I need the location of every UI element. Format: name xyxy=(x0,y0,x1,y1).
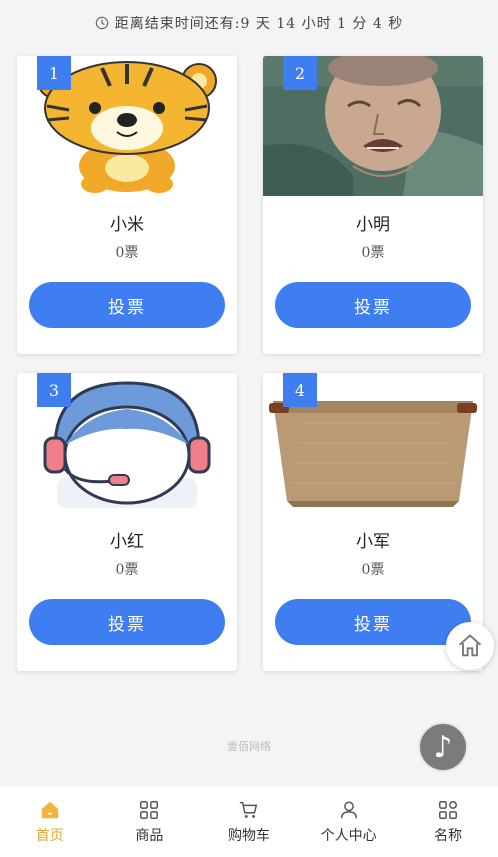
vote-button[interactable]: 投票 xyxy=(275,599,471,645)
floating-home-button[interactable] xyxy=(446,622,494,670)
tab-label: 商品 xyxy=(135,828,164,844)
candidate-card-1: 1 小米 0票 投票 xyxy=(17,56,237,354)
vote-count: 0票 xyxy=(361,562,385,578)
grid-icon xyxy=(140,801,159,819)
vote-button[interactable]: 投票 xyxy=(29,282,225,328)
candidate-name: 小红 xyxy=(110,532,144,552)
vote-button[interactable]: 投票 xyxy=(29,599,225,645)
tab-profile[interactable]: 个人中心 xyxy=(299,787,399,857)
apps-icon xyxy=(439,801,458,819)
tab-home[interactable]: 首页 xyxy=(0,787,100,857)
candidate-card-2: 2 小明 0票 投票 xyxy=(263,56,483,354)
tab-products[interactable]: 商品 xyxy=(100,787,200,857)
rank-badge: 2 xyxy=(283,56,317,90)
vote-count: 0票 xyxy=(115,245,139,261)
tab-label: 购物车 xyxy=(227,828,270,844)
home-icon xyxy=(41,801,59,819)
rank-badge: 4 xyxy=(283,373,317,407)
tab-label: 名称 xyxy=(434,828,463,844)
tab-cart[interactable]: 购物车 xyxy=(199,787,299,857)
music-toggle-button[interactable]: ♪ xyxy=(418,722,468,772)
candidate-name: 小军 xyxy=(356,532,390,552)
countdown-text: 距离结束时间还有:9 天 14 小时 1 分 4 秒 xyxy=(114,16,404,32)
candidate-name: 小明 xyxy=(356,215,390,235)
rank-badge: 3 xyxy=(37,373,71,407)
music-note-icon: ♪ xyxy=(433,729,453,765)
candidate-name: 小米 xyxy=(110,215,144,235)
vote-count: 0票 xyxy=(115,562,139,578)
candidate-card-4: 4 小军 0票 投票 xyxy=(263,373,483,671)
tab-label: 个人中心 xyxy=(320,828,377,844)
vote-count: 0票 xyxy=(361,245,385,261)
bottom-tab-bar: 首页 商品 购物车 个人中心 名称 xyxy=(0,787,498,857)
tab-label: 首页 xyxy=(35,828,64,844)
countdown-bar: 距离结束时间还有:9 天 14 小时 1 分 4 秒 xyxy=(0,8,498,38)
home-icon xyxy=(458,634,482,657)
user-icon xyxy=(340,801,357,819)
tab-name[interactable]: 名称 xyxy=(398,787,498,857)
cart-icon xyxy=(239,801,258,818)
rank-badge: 1 xyxy=(37,56,71,90)
vote-button[interactable]: 投票 xyxy=(275,282,471,328)
clock-icon xyxy=(95,16,109,30)
candidate-card-3: 3 小红 0票 投票 xyxy=(17,373,237,671)
